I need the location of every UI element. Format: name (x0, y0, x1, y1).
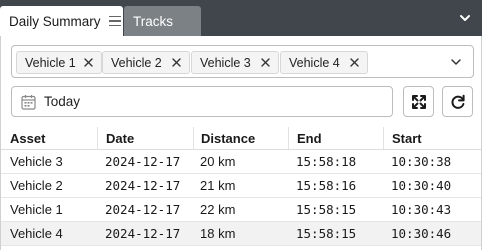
tab-daily-summary[interactable]: Daily Summary (0, 6, 123, 36)
vehicle-chip: Vehicle 2 (102, 51, 190, 74)
close-icon[interactable] (171, 57, 182, 68)
expand-button[interactable] (403, 86, 434, 117)
cell-end: 15:58:15 (296, 202, 357, 217)
tab-label: Daily Summary (9, 13, 101, 29)
refresh-icon (451, 94, 465, 109)
chip-label: Vehicle 2 (111, 55, 162, 70)
cell-distance: 21 km (200, 178, 236, 193)
cell-end: 15:58:18 (296, 154, 357, 169)
close-icon[interactable] (349, 57, 360, 68)
refresh-button[interactable] (442, 86, 473, 117)
column-header-start[interactable]: Start (383, 127, 481, 149)
cell-distance: 22 km (200, 202, 236, 217)
cell-distance: 18 km (200, 226, 236, 241)
cell-date: 2024-12-17 (105, 226, 181, 241)
cell-distance: 20 km (200, 154, 236, 169)
chevron-down-icon[interactable] (450, 57, 462, 67)
close-icon[interactable] (260, 57, 271, 68)
table-row[interactable]: Vehicle 2 2024-12-17 21 km 15:58:16 10:3… (1, 174, 481, 198)
column-header-asset[interactable]: Asset (1, 127, 97, 149)
expand-icon (412, 95, 426, 109)
cell-date: 2024-12-17 (105, 202, 181, 217)
vehicle-chip: Vehicle 3 (191, 51, 279, 74)
column-header-date[interactable]: Date (97, 127, 193, 149)
chip-label: Vehicle 1 (25, 55, 76, 70)
close-icon[interactable] (83, 57, 94, 68)
cell-start: 10:30:40 (391, 178, 452, 193)
cell-end: 15:58:16 (296, 178, 357, 193)
cell-end: 15:58:15 (296, 226, 357, 241)
cell-asset: Vehicle 4 (10, 226, 63, 241)
calendar-icon (21, 95, 36, 110)
cell-date: 2024-12-17 (105, 178, 181, 193)
daily-summary-table: Asset Date Distance End Start Vehicle 3 … (1, 127, 481, 246)
cell-asset: Vehicle 3 (10, 154, 63, 169)
tab-bar: Daily Summary Tracks (0, 0, 482, 36)
vehicle-multiselect[interactable]: Vehicle 1 Vehicle 2 Vehicle 3 Vehicle 4 (11, 45, 474, 78)
chevron-down-icon[interactable] (458, 12, 472, 24)
column-header-distance[interactable]: Distance (193, 127, 288, 149)
table-header: Asset Date Distance End Start (1, 127, 481, 150)
table-row[interactable]: Vehicle 1 2024-12-17 22 km 15:58:15 10:3… (1, 198, 481, 222)
table-row[interactable]: Vehicle 3 2024-12-17 20 km 15:58:18 10:3… (1, 150, 481, 174)
tab-label: Tracks (133, 13, 173, 29)
date-filter-input[interactable]: Today (11, 86, 393, 117)
cell-asset: Vehicle 1 (10, 202, 63, 217)
cell-start: 10:30:46 (391, 226, 452, 241)
hamburger-menu-icon[interactable] (108, 16, 121, 26)
chip-label: Vehicle 3 (200, 55, 251, 70)
chip-label: Vehicle 4 (289, 55, 340, 70)
vehicle-chip: Vehicle 1 (16, 51, 102, 74)
daily-summary-panel: Vehicle 1 Vehicle 2 Vehicle 3 Vehicle 4 (0, 36, 482, 250)
cell-start: 10:30:43 (391, 202, 452, 217)
vehicle-chip: Vehicle 4 (280, 51, 368, 74)
cell-asset: Vehicle 2 (10, 178, 63, 193)
cell-date: 2024-12-17 (105, 154, 181, 169)
column-header-end[interactable]: End (288, 127, 383, 149)
table-row[interactable]: Vehicle 4 2024-12-17 18 km 15:58:15 10:3… (1, 222, 481, 246)
date-filter-value: Today (44, 94, 81, 109)
cell-start: 10:30:38 (391, 154, 452, 169)
table-body: Vehicle 3 2024-12-17 20 km 15:58:18 10:3… (1, 150, 481, 246)
tab-tracks[interactable]: Tracks (124, 6, 201, 36)
